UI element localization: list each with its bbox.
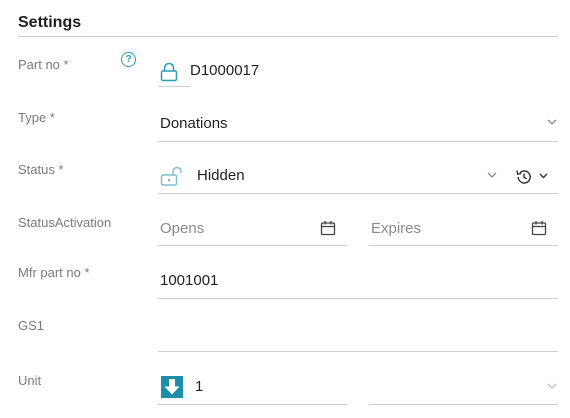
title-divider [18,36,558,37]
type-value: Donations [160,115,228,132]
gs1-input[interactable] [158,318,558,352]
status-label: Status * [18,162,64,177]
type-underline [158,141,558,142]
chevron-down-icon[interactable] [538,172,549,180]
unit-value: 1 [195,378,204,395]
settings-title: Settings [18,14,82,31]
chevron-down-icon[interactable] [486,171,498,179]
calendar-icon[interactable] [320,220,336,236]
unit-type-underline [369,404,558,405]
unit-input[interactable] [158,370,348,404]
status-value: Hidden [197,167,245,184]
part-no-label: Part no * [18,57,69,72]
mfr-part-no-value: 1001001 [160,272,219,289]
help-icon[interactable]: ? [121,52,136,67]
chevron-down-icon[interactable] [546,118,558,126]
unit-underline [158,404,348,405]
chevron-down-icon[interactable] [546,382,558,390]
gs1-label: GS1 [18,318,45,333]
mfr-part-no-underline [158,298,558,299]
part-no-value: D1000017 [190,62,260,79]
calendar-icon[interactable] [531,220,547,236]
opens-underline [158,245,348,246]
mfr-part-no-label: Mfr part no * [18,265,90,280]
unit-type-select[interactable] [369,370,558,404]
unit-label: Unit [18,373,42,388]
type-label: Type * [18,110,55,125]
part-no-lock-underline [158,86,190,87]
status-activation-label: StatusActivation [18,215,112,230]
expires-placeholder: Expires [371,220,422,237]
expires-underline [369,245,558,246]
lock-icon [160,62,178,82]
history-icon[interactable] [515,168,533,186]
status-underline [158,193,558,194]
gs1-underline [158,351,558,352]
opens-placeholder: Opens [160,220,205,237]
